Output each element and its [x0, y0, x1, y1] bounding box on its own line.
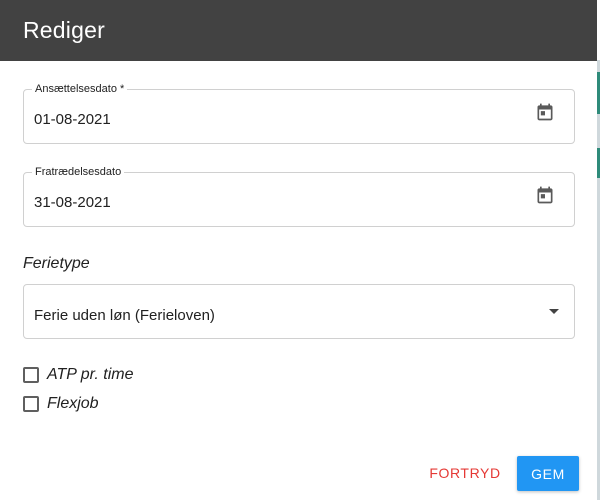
- vacation-type-value: Ferie uden løn (Ferieloven): [34, 307, 215, 324]
- flexjob-checkbox[interactable]: [23, 396, 39, 412]
- employment-date-field[interactable]: Ansættelsesdato * 01-08-2021: [23, 83, 575, 144]
- resignation-date-value[interactable]: 31-08-2021: [34, 194, 111, 211]
- flexjob-checkbox-row[interactable]: Flexjob: [23, 395, 99, 413]
- employment-date-label: Ansættelsesdato *: [32, 83, 128, 95]
- cancel-button[interactable]: FORTRYD: [428, 457, 502, 489]
- dialog-header: Rediger: [0, 0, 597, 61]
- atp-checkbox-label: ATP pr. time: [47, 366, 134, 383]
- atp-checkbox-row[interactable]: ATP pr. time: [23, 366, 134, 384]
- save-button[interactable]: GEM: [517, 456, 579, 491]
- dropdown-arrow-icon[interactable]: [549, 309, 559, 314]
- flexjob-checkbox-label: Flexjob: [47, 395, 99, 412]
- resignation-date-field[interactable]: Fratrædelsesdato 31-08-2021: [23, 166, 575, 227]
- dialog-title: Rediger: [23, 17, 105, 43]
- atp-checkbox[interactable]: [23, 367, 39, 383]
- calendar-icon[interactable]: [535, 185, 555, 205]
- vacation-type-select[interactable]: Ferie uden løn (Ferieloven): [23, 284, 575, 339]
- edit-dialog: Rediger Ansættelsesdato * 01-08-2021 Fra…: [0, 0, 597, 500]
- employment-date-value[interactable]: 01-08-2021: [34, 111, 111, 128]
- resignation-date-label: Fratrædelsesdato: [32, 166, 125, 178]
- calendar-icon[interactable]: [535, 102, 555, 122]
- vacation-type-label: Ferietype: [23, 255, 90, 272]
